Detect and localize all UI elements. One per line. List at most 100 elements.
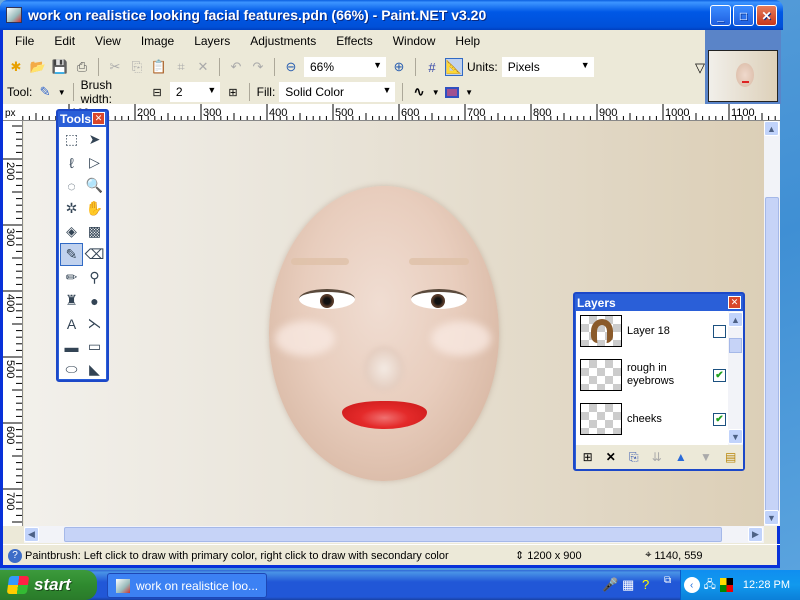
magic-wand-tool-icon[interactable]: ✲ <box>60 197 83 220</box>
layers-close-button[interactable]: ✕ <box>728 296 741 309</box>
chevron-down-icon[interactable]: ▼ <box>432 88 440 97</box>
duplicate-layer-icon[interactable]: ⎘ <box>629 450 639 465</box>
scroll-down-button[interactable]: ▼ <box>764 510 779 525</box>
microphone-icon[interactable]: 🎤 <box>602 577 618 593</box>
close-button[interactable]: ✕ <box>756 5 777 26</box>
layer-visibility-checkbox[interactable] <box>713 325 726 338</box>
crop-icon[interactable]: ⌗ <box>172 58 190 76</box>
paste-icon[interactable]: 📋 <box>150 58 168 76</box>
increase-width-button[interactable]: ⊞ <box>224 83 241 101</box>
zoom-combo[interactable]: 66% ▼ <box>304 57 386 77</box>
help-tray-icon[interactable]: ? <box>642 577 649 592</box>
lasso-select-tool-icon[interactable]: ℓ <box>60 151 83 174</box>
undo-icon[interactable]: ↶ <box>227 58 245 76</box>
vertical-scroll-thumb[interactable] <box>765 197 779 515</box>
decrease-width-button[interactable]: ⊟ <box>148 83 165 101</box>
chevron-down-icon[interactable]: ▼ <box>58 88 66 97</box>
horizontal-scroll-thumb[interactable] <box>64 527 722 542</box>
color-picker-tool-icon[interactable]: ⚲ <box>83 266 106 289</box>
recolor-tool-icon[interactable]: ● <box>83 289 106 312</box>
redo-icon[interactable]: ↷ <box>249 58 267 76</box>
restore-langbar-icon[interactable]: ⧉ <box>664 575 671 586</box>
ellipse-select-tool-icon[interactable]: ◌ <box>60 174 83 197</box>
grid-icon[interactable]: # <box>423 58 441 76</box>
title-bar[interactable]: work on realistice looking facial featur… <box>0 0 783 30</box>
save-icon[interactable]: 💾 <box>51 58 69 76</box>
gradient-tool-icon[interactable]: ▩ <box>83 220 106 243</box>
layers-panel-title[interactable]: Layers <box>575 294 743 311</box>
start-button[interactable]: start <box>0 570 97 600</box>
layer-row[interactable]: rough in eyebrows ✔ <box>576 355 728 399</box>
text-tool-icon[interactable]: A <box>60 312 83 335</box>
rectangle-tool-icon[interactable]: ▬ <box>60 335 83 358</box>
cut-icon[interactable]: ✂ <box>106 58 124 76</box>
paint-bucket-tool-icon[interactable]: ◈ <box>60 220 83 243</box>
horizontal-scrollbar[interactable]: ◀ ▶ <box>24 526 764 543</box>
layers-scrollbar[interactable]: ▲ ▼ <box>728 311 743 445</box>
network-icon[interactable]: 🖧 <box>704 576 716 595</box>
language-bar-icon[interactable]: ▦ <box>622 577 634 593</box>
paintbrush-icon[interactable]: ✎ <box>36 83 53 101</box>
antialiasing-icon[interactable]: ∿ <box>410 83 427 101</box>
copy-icon[interactable]: ⎘ <box>128 58 146 76</box>
paintbrush-tool-icon[interactable]: ✎ <box>60 243 83 266</box>
freeform-shape-tool-icon[interactable]: ◣ <box>83 358 106 381</box>
layer-row[interactable]: Layer 18 <box>576 311 728 355</box>
layers-scroll-thumb[interactable] <box>729 338 742 353</box>
show-hidden-icons-button[interactable]: ‹ <box>683 577 700 593</box>
menu-edit[interactable]: Edit <box>48 34 81 48</box>
brush-width-combo[interactable]: 2 ▼ <box>169 82 221 102</box>
vertical-scrollbar[interactable]: ▲ ▼ <box>764 121 780 526</box>
scroll-up-button[interactable]: ▲ <box>764 121 779 136</box>
zoom-in-icon[interactable]: ⊕ <box>390 58 408 76</box>
move-selected-tool-icon[interactable]: ▷ <box>83 151 106 174</box>
units-combo[interactable]: Pixels ▼ <box>501 57 594 77</box>
open-icon[interactable]: 📂 <box>29 58 47 76</box>
menu-layers[interactable]: Layers <box>188 34 236 48</box>
maximize-button[interactable]: □ <box>733 5 754 26</box>
chevron-down-icon[interactable]: ▼ <box>465 88 473 97</box>
menu-window[interactable]: Window <box>387 34 442 48</box>
fill-combo[interactable]: Solid Color ▼ <box>279 82 396 102</box>
image-thumbnail[interactable] <box>705 30 781 104</box>
layer-visibility-checkbox[interactable]: ✔ <box>713 413 726 426</box>
taskbar-item-paintnet[interactable]: work on realistice loo... <box>107 573 267 598</box>
scroll-up-button[interactable]: ▲ <box>728 312 743 327</box>
deselect-icon[interactable]: ✕ <box>194 58 212 76</box>
pan-tool-icon[interactable]: ✋ <box>83 197 106 220</box>
new-icon[interactable]: ✱ <box>7 58 25 76</box>
scroll-down-button[interactable]: ▼ <box>728 429 743 444</box>
menu-view[interactable]: View <box>89 34 127 48</box>
scroll-right-button[interactable]: ▶ <box>748 527 763 542</box>
color-tray-icon[interactable] <box>719 578 733 592</box>
menu-help[interactable]: Help <box>449 34 486 48</box>
merge-layer-down-icon[interactable]: ⇊ <box>652 450 662 464</box>
move-layer-up-icon[interactable]: ▲ <box>675 450 687 464</box>
layer-row[interactable]: cheeks ✔ <box>576 399 728 443</box>
rectangle-select-tool-icon[interactable]: ⬚ <box>60 128 83 151</box>
minimize-button[interactable]: _ <box>710 5 731 26</box>
add-layer-icon[interactable]: ⊞ <box>583 450 593 464</box>
layer-visibility-checkbox[interactable]: ✔ <box>713 369 726 382</box>
rounded-rectangle-tool-icon[interactable]: ▭ <box>83 335 106 358</box>
menu-adjustments[interactable]: Adjustments <box>244 34 322 48</box>
rulers-icon[interactable]: 📐 <box>445 58 463 76</box>
clone-stamp-tool-icon[interactable]: ♜ <box>60 289 83 312</box>
zoom-out-icon[interactable]: ⊖ <box>282 58 300 76</box>
line-curve-tool-icon[interactable]: ⋋ <box>83 312 106 335</box>
menu-effects[interactable]: Effects <box>330 34 378 48</box>
pencil-tool-icon[interactable]: ✏ <box>60 266 83 289</box>
print-icon[interactable]: ⎙ <box>73 58 91 76</box>
ellipse-tool-icon[interactable]: ⬭ <box>60 358 83 381</box>
zoom-tool-icon[interactable]: 🔍 <box>83 174 106 197</box>
menu-file[interactable]: File <box>9 34 40 48</box>
blend-mode-icon[interactable] <box>444 83 461 101</box>
menu-image[interactable]: Image <box>135 34 180 48</box>
move-selection-tool-icon[interactable]: ➤ <box>83 128 106 151</box>
layer-properties-icon[interactable]: ▤ <box>725 450 736 464</box>
eraser-tool-icon[interactable]: ⌫ <box>83 243 106 266</box>
move-layer-down-icon[interactable]: ▼ <box>700 450 712 464</box>
delete-layer-icon[interactable]: ✕ <box>606 450 616 464</box>
scroll-left-button[interactable]: ◀ <box>24 527 39 542</box>
tools-close-button[interactable]: ✕ <box>92 112 105 125</box>
